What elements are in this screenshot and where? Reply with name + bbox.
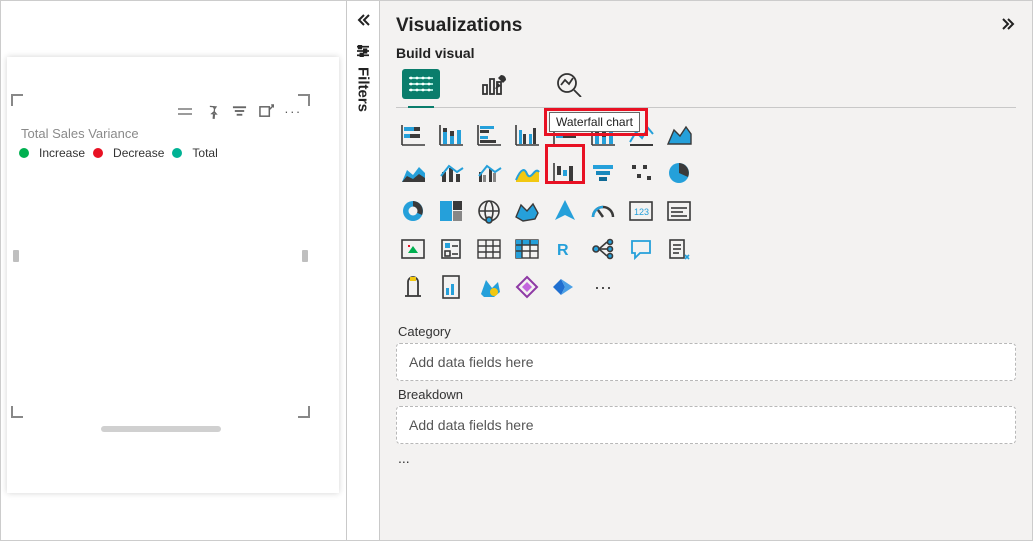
field-well-breakdown-label: Breakdown: [396, 381, 1016, 406]
visualizations-pane: Visualizations Build visual: [380, 1, 1032, 540]
more-field-wells: ...: [396, 444, 1016, 472]
resize-handle-br[interactable]: [298, 406, 310, 418]
line-clustered-column-chart-icon[interactable]: [472, 156, 506, 190]
legend-increase-label: Increase: [39, 146, 85, 160]
clustered-bar-chart-icon[interactable]: [472, 118, 506, 152]
r-visual-icon[interactable]: R: [548, 232, 582, 266]
resize-handle-tl[interactable]: [11, 94, 23, 106]
tab-analytics[interactable]: [550, 69, 588, 99]
filters-label: Filters: [355, 63, 372, 112]
stacked-bar-chart-icon[interactable]: [396, 118, 430, 152]
funnel-chart-icon[interactable]: [586, 156, 620, 190]
filled-map-icon[interactable]: [510, 194, 544, 228]
kpi-icon[interactable]: [396, 232, 430, 266]
build-visual-label: Build visual: [396, 45, 1016, 61]
map-icon[interactable]: [472, 194, 506, 228]
scatter-chart-icon[interactable]: [624, 156, 658, 190]
hundred-stacked-bar-chart-icon[interactable]: [548, 118, 582, 152]
ribbon-chart-icon[interactable]: [510, 156, 544, 190]
legend-total-color: [172, 148, 182, 158]
line-stacked-column-chart-icon[interactable]: [434, 156, 468, 190]
visual-placeholder[interactable]: ··· Total Sales Variance Increase Decrea…: [13, 96, 308, 416]
more-options-icon[interactable]: ···: [284, 102, 302, 120]
visual-title: Total Sales Variance: [21, 126, 139, 141]
svg-text:R: R: [557, 242, 569, 259]
resize-handle-right[interactable]: [302, 250, 308, 262]
resize-handle-bl[interactable]: [11, 406, 23, 418]
visual-header-toolbar: ···: [178, 102, 302, 120]
treemap-icon[interactable]: [434, 194, 468, 228]
focus-mode-icon[interactable]: [257, 102, 275, 120]
gauge-icon[interactable]: [586, 194, 620, 228]
smart-narrative-icon[interactable]: [662, 232, 696, 266]
filters-icon: [356, 39, 370, 63]
stacked-area-chart-icon[interactable]: [396, 156, 430, 190]
paginated-report-icon[interactable]: [434, 270, 468, 304]
area-chart-icon[interactable]: [662, 118, 696, 152]
visualization-gallery: 123 R ··· Waterfall chart: [396, 108, 1016, 318]
clustered-column-chart-icon[interactable]: [510, 118, 544, 152]
azure-map-icon[interactable]: [548, 194, 582, 228]
multi-row-card-icon[interactable]: [662, 194, 696, 228]
visualizations-title: Visualizations: [396, 15, 522, 37]
resize-handle-left[interactable]: [13, 250, 19, 262]
legend-total-label: Total: [192, 146, 217, 160]
decomposition-tree-icon[interactable]: [586, 232, 620, 266]
hundred-stacked-column-chart-icon[interactable]: [586, 118, 620, 152]
field-well-category[interactable]: Add data fields here: [396, 343, 1016, 381]
slicer-icon[interactable]: [434, 232, 468, 266]
table-icon[interactable]: [472, 232, 506, 266]
line-chart-icon[interactable]: [624, 118, 658, 152]
field-well-breakdown[interactable]: Add data fields here: [396, 406, 1016, 444]
donut-chart-icon[interactable]: [396, 194, 430, 228]
mode-tabs: [396, 67, 1016, 108]
waterfall-chart-icon[interactable]: [548, 156, 582, 190]
visual-legend: Increase Decrease Total: [19, 146, 218, 160]
power-automate-icon[interactable]: [548, 270, 582, 304]
arcgis-icon[interactable]: [472, 270, 506, 304]
report-canvas[interactable]: ··· Total Sales Variance Increase Decrea…: [1, 1, 346, 540]
legend-increase-color: [19, 148, 29, 158]
filter-icon[interactable]: [230, 102, 248, 120]
stacked-column-chart-icon[interactable]: [434, 118, 468, 152]
goals-icon[interactable]: [396, 270, 430, 304]
expand-filters-button[interactable]: [347, 1, 379, 39]
drag-icon[interactable]: [178, 108, 192, 115]
qna-icon[interactable]: [624, 232, 658, 266]
power-apps-icon[interactable]: [510, 270, 544, 304]
collapse-visualizations-button[interactable]: [1002, 17, 1016, 35]
legend-decrease-color: [93, 148, 103, 158]
pie-chart-icon[interactable]: [662, 156, 696, 190]
legend-decrease-label: Decrease: [113, 146, 164, 160]
pin-icon[interactable]: [203, 102, 221, 120]
tab-format-visual[interactable]: [476, 69, 514, 99]
svg-text:123: 123: [634, 207, 649, 217]
more-visuals-button[interactable]: ···: [586, 270, 620, 304]
filters-pane-collapsed: Filters: [346, 1, 380, 540]
horizontal-scrollbar[interactable]: [101, 426, 221, 432]
card-icon[interactable]: 123: [624, 194, 658, 228]
tab-build-visual[interactable]: [402, 69, 440, 99]
matrix-icon[interactable]: [510, 232, 544, 266]
field-well-category-label: Category: [396, 318, 1016, 343]
